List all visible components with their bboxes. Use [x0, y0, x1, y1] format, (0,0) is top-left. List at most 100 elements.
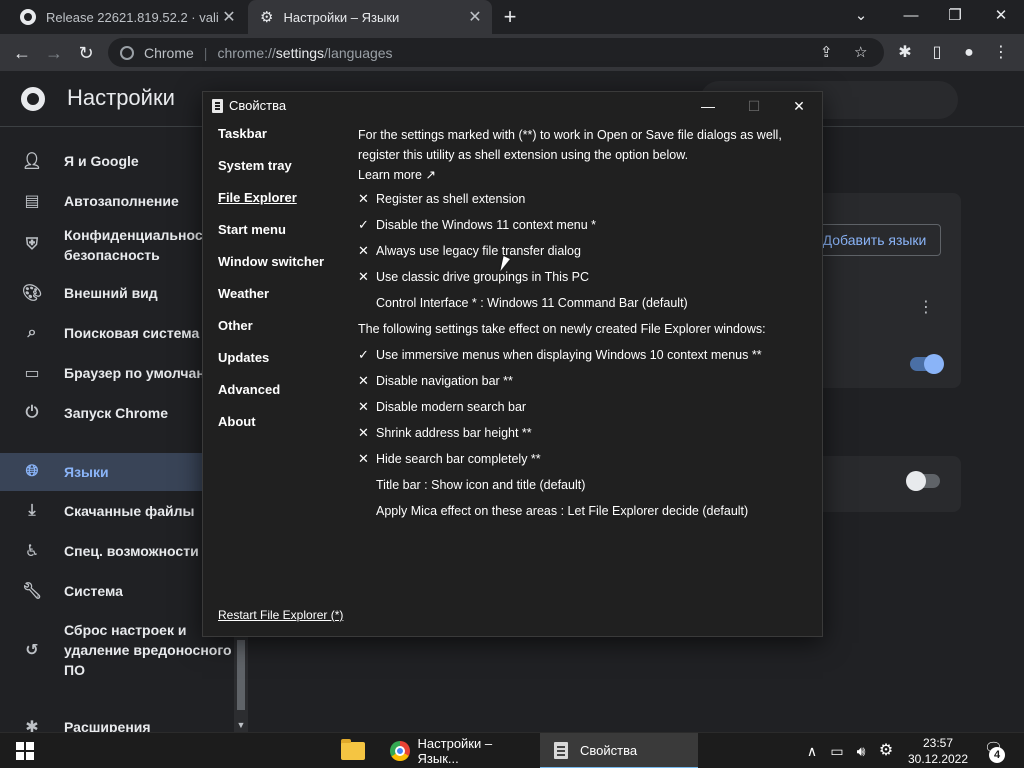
sidebar-item-languages[interactable]: 🌐︎ Языки	[0, 453, 234, 491]
power-icon: ⏻	[25, 404, 39, 421]
option-legacy-file-transfer[interactable]: ✕ Always use legacy file transfer dialog	[358, 241, 581, 261]
spellcheck-toggle[interactable]	[910, 354, 944, 374]
scroll-down-arrow-icon[interactable]: ▼	[234, 720, 248, 730]
option-disable-win11-context-menu[interactable]: ✓ Disable the Windows 11 context menu *	[358, 215, 596, 235]
option-shrink-address-bar[interactable]: ✕ Shrink address bar height **	[358, 423, 532, 443]
option-title-bar[interactable]: Title bar : Show icon and title (default…	[358, 475, 585, 495]
section-label-new-windows: The following settings take effect on ne…	[358, 322, 766, 336]
taskbar-file-explorer[interactable]	[330, 733, 376, 768]
tab-close-icon[interactable]: ✕	[464, 7, 486, 27]
profile-avatar-icon[interactable]: ●	[956, 40, 982, 66]
network-icon[interactable]: ▭	[826, 733, 848, 768]
nav-system-tray[interactable]: System tray	[218, 158, 292, 173]
restart-file-explorer-link[interactable]: Restart File Explorer (*)	[218, 608, 343, 622]
nav-taskbar[interactable]: Taskbar	[218, 126, 267, 141]
option-hide-search-bar[interactable]: ✕ Hide search bar completely **	[358, 449, 541, 469]
back-icon[interactable]: ←	[9, 40, 35, 66]
cross-icon: ✕	[358, 269, 369, 284]
toggle-knob	[924, 354, 944, 374]
browser-icon: ▭	[24, 365, 40, 382]
cross-icon: ✕	[358, 243, 369, 258]
sidebar-item-reset[interactable]: ↺ Сброс настроек и удаление вредоносного П…	[0, 619, 234, 681]
option-immersive-menus[interactable]: ✓ Use immersive menus when displaying Wi…	[358, 345, 762, 365]
option-control-interface[interactable]: Control Interface * : Windows 11 Command…	[358, 293, 688, 313]
nav-about[interactable]: About	[218, 414, 256, 429]
nav-window-switcher[interactable]: Window switcher	[218, 254, 324, 269]
close-window-icon[interactable]: ✕	[978, 0, 1024, 34]
option-disable-navigation-bar[interactable]: ✕ Disable navigation bar **	[358, 371, 513, 391]
option-mica-effect[interactable]: Apply Mica effect on these areas : Let F…	[358, 501, 748, 521]
option-register-shell-extension[interactable]: ✕ Register as shell extension	[358, 189, 525, 209]
shield-icon: ⛨	[25, 236, 38, 253]
settings-sidebar: 👤︎ Я и Google ▤ Автозаполнение ⛨ Конфиде…	[0, 127, 234, 736]
sidebar-item-default-browser[interactable]: ▭ Браузер по умолчани	[0, 355, 234, 391]
taskbar-clock[interactable]: 23:57 30.12.2022	[900, 735, 976, 767]
share-icon[interactable]: ⇪	[820, 38, 833, 67]
cross-icon: ✕	[358, 451, 369, 466]
properties-dialog: Свойства — ☐ ✕ Taskbar System tray File …	[202, 91, 823, 637]
settings-gear-icon[interactable]: ⚙	[874, 733, 898, 768]
extensions-puzzle-icon[interactable]: ✱	[892, 40, 918, 66]
dialog-maximize-icon[interactable]: ☐	[731, 92, 777, 120]
bookmark-star-icon[interactable]: ☆	[854, 38, 867, 67]
nav-updates[interactable]: Updates	[218, 350, 269, 365]
taskbar-properties[interactable]: Свойства	[540, 733, 698, 768]
restore-icon[interactable]: ❐	[932, 0, 978, 34]
sidebar-item-you-and-google[interactable]: 👤︎ Я и Google	[0, 143, 234, 179]
forward-icon[interactable]: →	[41, 40, 67, 66]
palette-icon: 🎨︎	[21, 285, 43, 302]
sidebar-item-appearance[interactable]: 🎨︎ Внешний вид	[0, 275, 234, 311]
option-classic-drive-groupings[interactable]: ✕ Use classic drive groupings in This PC	[358, 267, 589, 287]
accessibility-icon: ♿︎	[24, 543, 40, 560]
nav-weather[interactable]: Weather	[218, 286, 269, 301]
url-text: chrome://settings/languages	[217, 44, 393, 61]
reset-icon: ↺	[25, 642, 39, 659]
nav-start-menu[interactable]: Start menu	[218, 222, 286, 237]
dialog-close-icon[interactable]: ✕	[776, 92, 822, 120]
tab-search-chevron-icon[interactable]: ⌄	[838, 0, 884, 34]
nav-other[interactable]: Other	[218, 318, 253, 333]
sidebar-item-autofill[interactable]: ▤ Автозаполнение	[0, 183, 234, 219]
sidebar-item-search-engine[interactable]: ⌕ Поисковая система	[0, 315, 234, 351]
minimize-icon[interactable]: —	[888, 0, 934, 34]
sidebar-item-system[interactable]: 🔧︎ Система	[0, 573, 234, 609]
notification-count-badge: 4	[989, 747, 1005, 763]
browser-toolbar: ← → ↻ Chrome | chrome://settings/languag…	[0, 34, 1024, 71]
volume-icon[interactable]: 🔊︎	[850, 733, 872, 768]
cross-icon: ✕	[358, 373, 369, 388]
sidebar-item-accessibility[interactable]: ♿︎ Спец. возможности	[0, 533, 234, 569]
translate-toggle[interactable]	[906, 471, 940, 491]
learn-more-link[interactable]: Learn more ↗	[358, 165, 436, 185]
sidebar-item-on-startup[interactable]: ⏻ Запуск Chrome	[0, 395, 234, 431]
show-hidden-icons-chevron-icon[interactable]: ∧	[802, 733, 822, 768]
sidebar-item-downloads[interactable]: ⤓ Скачанные файлы	[0, 493, 234, 529]
nav-advanced[interactable]: Advanced	[218, 382, 280, 397]
reload-icon[interactable]: ↻	[73, 40, 99, 66]
tab-github-release[interactable]: Release 22621.819.52.2 · valinet/E ✕	[8, 0, 246, 34]
menu-kebab-icon[interactable]: ⋮	[988, 40, 1014, 66]
language-more-icon[interactable]: ⋮	[918, 297, 934, 317]
toggle-knob	[906, 471, 926, 491]
properties-icon	[554, 741, 568, 759]
add-languages-button[interactable]: Добавить языки	[808, 224, 941, 256]
wrench-icon: 🔧︎	[21, 583, 43, 600]
new-tab-button[interactable]: +	[500, 4, 520, 30]
start-button[interactable]	[16, 742, 34, 760]
search-icon: ⌕	[27, 324, 37, 341]
sidebar-scrollbar[interactable]: ▼	[234, 636, 248, 732]
chrome-logo-icon	[21, 87, 45, 111]
nav-file-explorer[interactable]: File Explorer	[218, 190, 297, 205]
windows-logo-icon	[16, 742, 24, 750]
tab-strip: Release 22621.819.52.2 · valinet/E ✕ ⚙ Н…	[0, 0, 1024, 34]
sidebar-item-privacy[interactable]: ⛨ Конфиденциальност безопасность	[0, 223, 234, 267]
gear-icon: ⚙	[260, 9, 274, 26]
dialog-titlebar[interactable]: Свойства — ☐ ✕	[203, 92, 822, 120]
option-disable-modern-search[interactable]: ✕ Disable modern search bar	[358, 397, 526, 417]
side-panel-icon[interactable]: ▯	[924, 40, 950, 66]
tab-settings-languages[interactable]: ⚙ Настройки – Языки ✕	[248, 0, 492, 34]
scrollbar-thumb[interactable]	[237, 640, 245, 710]
tab-close-icon[interactable]: ✕	[218, 7, 240, 27]
dialog-minimize-icon[interactable]: —	[685, 92, 731, 120]
address-bar[interactable]: Chrome | chrome://settings/languages ⇪ ☆	[108, 38, 884, 67]
taskbar-chrome[interactable]: Настройки – Язык...	[382, 733, 534, 768]
